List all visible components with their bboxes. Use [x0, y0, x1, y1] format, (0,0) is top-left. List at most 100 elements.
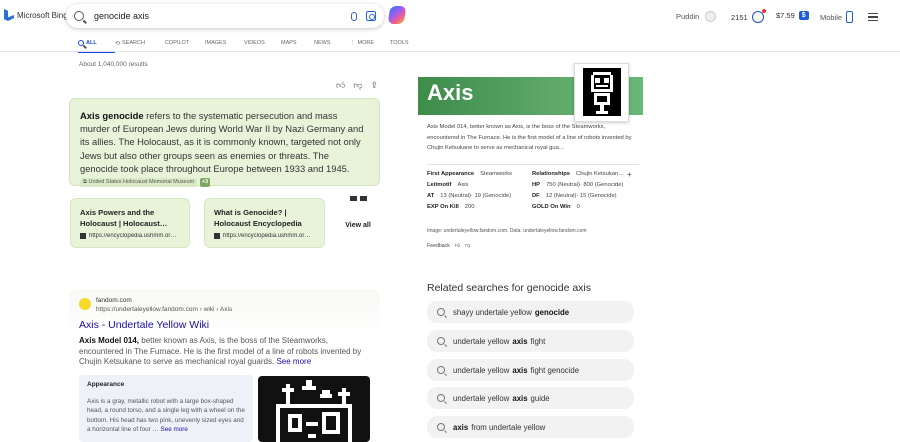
related-searches-heading: Related searches for genocide axis	[427, 282, 592, 294]
mobile-label: Mobile	[820, 12, 843, 22]
copilot-icon[interactable]	[387, 6, 407, 24]
rel-bold: axis	[453, 422, 469, 432]
kp-feedback-label[interactable]: Feedback	[427, 243, 450, 249]
logo-text: Microsoft Bing	[17, 10, 68, 20]
fact-value: Axis	[457, 182, 469, 188]
thumbs-down-icon[interactable]: 👎︎	[465, 243, 470, 249]
tab-label: COPILOT	[165, 40, 190, 46]
more-vertical-icon: ⋮	[350, 40, 356, 46]
microphone-icon[interactable]	[351, 11, 357, 21]
tab-more[interactable]: ⋮ MORE	[350, 36, 390, 50]
fact-label: Leitmotif	[427, 182, 452, 188]
rel-post: from undertale yellow	[471, 422, 546, 432]
copilot-search-icon: ⟲	[115, 40, 121, 47]
answer-source-chip[interactable]: ⧉ United States Holocaust Memorial Museu…	[80, 178, 198, 188]
fact-label: Relationships	[532, 171, 571, 177]
search-icon	[74, 11, 84, 21]
fact-value: Steamworks	[480, 171, 513, 177]
related-search-item[interactable]: undertale yellow axis fight genocide	[427, 359, 634, 381]
tab-label: MORE	[357, 40, 375, 46]
tab-label: ALL	[86, 40, 97, 46]
mobile-link[interactable]: Mobile	[820, 11, 854, 23]
thumbs-up-icon[interactable]: 👍︎	[336, 80, 345, 91]
related-search-item[interactable]: shayy undertale yellow genocide	[427, 301, 634, 323]
axis-portrait-image	[583, 68, 621, 116]
expand-relationships-button[interactable]: +	[627, 170, 632, 179]
result-title-link[interactable]: Axis - Undertale Yellow Wiki	[79, 319, 209, 331]
tab-tools[interactable]: TOOLS	[390, 36, 409, 50]
phone-icon	[846, 11, 854, 23]
thumbs-down-icon[interactable]: 👎︎	[353, 80, 362, 91]
fact-label: EXP On Kill	[427, 204, 459, 210]
answer-source: United States Holocaust Memorial Museum	[88, 179, 195, 186]
related-search-item[interactable]: axis from undertale yellow	[427, 416, 634, 438]
see-more-link[interactable]: See more	[276, 357, 311, 366]
results-count: About 1,040,000 results	[79, 61, 148, 68]
tab-videos[interactable]: VIDEOS	[244, 36, 281, 50]
tab-all[interactable]: ALL	[78, 36, 115, 53]
result-site: fandom.com	[96, 297, 132, 304]
search-icon	[437, 423, 445, 431]
tab-label: IMAGES	[205, 40, 227, 46]
axis-sprite-image[interactable]	[258, 376, 370, 442]
tab-label: TOOLS	[390, 40, 409, 46]
favicon-icon	[214, 233, 220, 239]
tab-label: SEARCH	[122, 40, 145, 46]
search-tabs: ALL ⟲ SEARCH COPILOT IMAGES VIDEOS MAPS …	[78, 36, 409, 53]
tab-search[interactable]: ⟲ SEARCH	[115, 36, 165, 50]
kp-image[interactable]	[574, 63, 629, 122]
rewards-points: 2151	[731, 12, 748, 22]
tab-images[interactable]: IMAGES	[205, 36, 244, 50]
result-url[interactable]: https://undertaleyellow.fandom.com › wik…	[96, 306, 232, 313]
kp-credit: Image: undertaleyellow.fandom.com. Data:…	[427, 228, 587, 234]
view-all-icons	[337, 196, 379, 201]
favicon-icon	[349, 196, 357, 201]
balance-amount: $7.59	[776, 11, 795, 20]
rel-pre: undertale yellow	[453, 365, 510, 375]
fact-label: First Appearance	[427, 171, 475, 177]
appearance-heading: Appearance	[87, 381, 125, 388]
tab-label: VIDEOS	[244, 40, 265, 46]
favicon-icon	[359, 196, 367, 201]
view-all-label: View all	[345, 222, 371, 229]
rel-post: guide	[530, 393, 550, 403]
user-account[interactable]: Puddin	[676, 11, 717, 22]
search-box[interactable]: genocide axis	[66, 4, 384, 28]
related-search-item[interactable]: undertale yellow axis fight	[427, 330, 634, 352]
knowledge-panel: Axis Axis Model 014, better known as Axi…	[418, 63, 643, 257]
fact-value: 0	[576, 204, 580, 210]
fact-df: DF 12 (Neutral)· 15 (Genocide)	[532, 193, 617, 199]
hamburger-menu-icon[interactable]	[868, 13, 878, 21]
tab-news[interactable]: NEWS	[314, 36, 350, 50]
view-all-sources[interactable]: View all	[337, 196, 379, 248]
avatar	[705, 11, 717, 22]
rewards[interactable]: 2151	[731, 9, 766, 23]
more-sources-chip[interactable]: +3	[199, 178, 211, 188]
answer-term: Axis genocide	[80, 110, 144, 121]
tab-maps[interactable]: MAPS	[281, 36, 314, 50]
source-card[interactable]: What is Genocide? | Holocaust Encycloped…	[204, 198, 325, 248]
appearance-see-more-link[interactable]: See more	[161, 426, 188, 433]
search-icon	[437, 337, 445, 345]
fact-hp: HP 750 (Neutral)· 800 (Genocide)	[532, 182, 623, 188]
fact-exp: EXP On Kill 200	[427, 204, 474, 210]
related-search-item[interactable]: undertale yellow axis guide	[427, 387, 634, 409]
source-card[interactable]: Axis Powers and the Holocaust | Holocaus…	[70, 198, 190, 248]
share-icon[interactable]: ⇪	[371, 80, 379, 91]
fact-value: 13 (Neutral)· 19 (Genocide)	[440, 193, 512, 199]
tab-label: MAPS	[281, 40, 297, 46]
search-icon	[78, 40, 84, 46]
card-url-row: https://encyclopedia.ushmm.or…	[214, 233, 315, 239]
balance[interactable]: $7.59 $	[776, 11, 809, 20]
bing-logo[interactable]: Microsoft Bing	[4, 9, 68, 21]
tab-copilot[interactable]: COPILOT	[165, 36, 205, 50]
visual-search-icon[interactable]	[366, 11, 376, 21]
fact-value: 750 (Neutral)· 800 (Genocide)	[546, 182, 624, 188]
search-input[interactable]: genocide axis	[94, 11, 351, 21]
fact-label: AT	[427, 193, 435, 199]
search-icon	[437, 366, 445, 374]
rel-bold: genocide	[534, 307, 570, 317]
kp-divider	[427, 164, 639, 165]
fact-gold: GOLD On Win 0	[532, 204, 580, 210]
thumbs-up-icon[interactable]: 👍︎	[455, 243, 460, 249]
